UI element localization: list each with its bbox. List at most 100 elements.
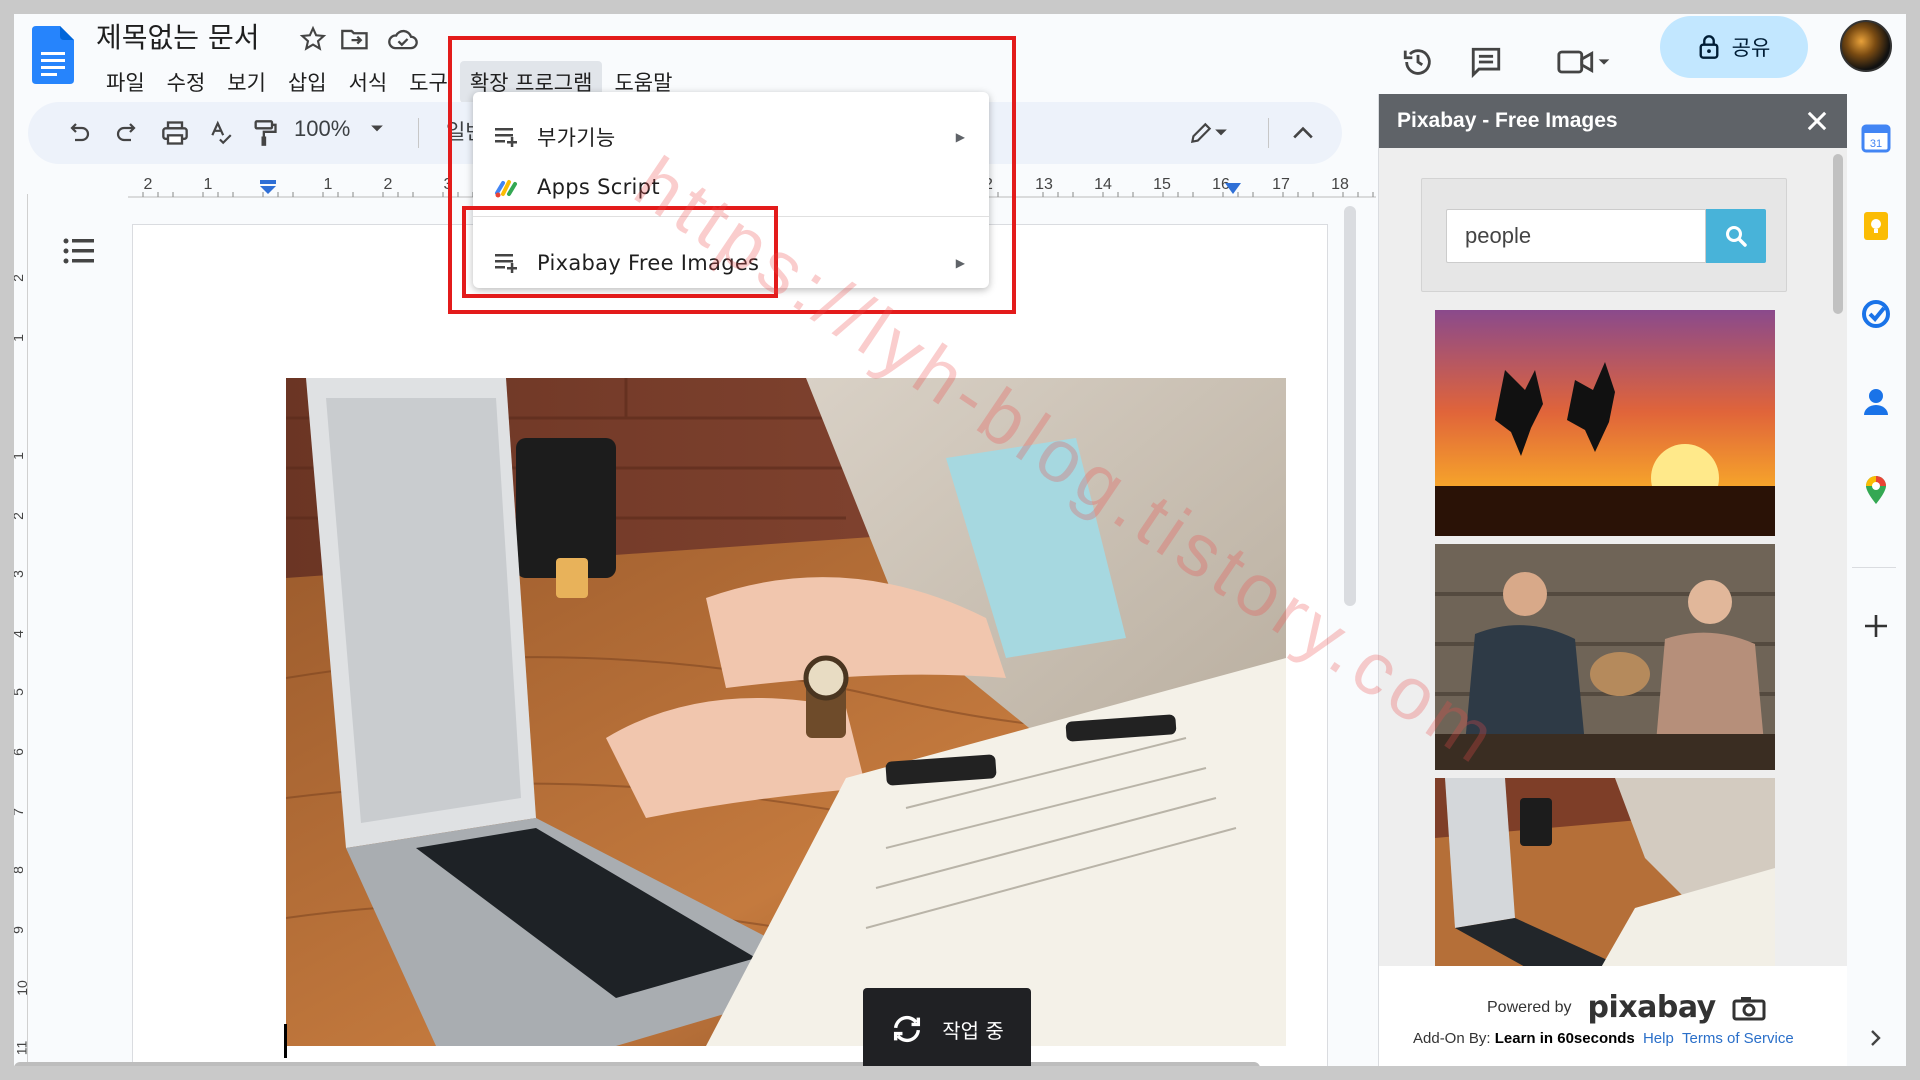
lock-icon <box>1699 35 1719 59</box>
contacts-icon[interactable] <box>1858 384 1894 420</box>
calendar-icon[interactable]: 31 <box>1858 120 1894 156</box>
toolbar-divider <box>418 118 419 148</box>
editing-mode-icon[interactable] <box>1178 114 1238 152</box>
collapse-menus-icon[interactable] <box>1284 114 1322 152</box>
chevron-down-icon <box>1215 129 1227 136</box>
menu-file[interactable]: 파일 <box>96 61 155 103</box>
sidebar-body[interactable] <box>1379 148 1847 966</box>
menu-item-add-ons[interactable]: 부가기능 ▶ <box>473 112 989 162</box>
ruler-mark: 2 <box>14 274 26 282</box>
addon-credits: Add-On By: Learn in 60seconds Help Terms… <box>1413 1030 1794 1047</box>
ruler-mark: 1 <box>323 176 333 193</box>
print-icon[interactable] <box>156 114 194 152</box>
learn-in-60-seconds-badge[interactable]: Learn in 60seconds <box>1495 1030 1635 1047</box>
svg-text:31: 31 <box>1870 138 1882 150</box>
chevron-down-icon <box>371 125 384 132</box>
pixabay-logo[interactable]: pixabay <box>1588 990 1717 1025</box>
right-indent-marker-icon[interactable] <box>1224 182 1242 196</box>
menu-view[interactable]: 보기 <box>217 61 276 103</box>
document-vertical-scrollbar[interactable] <box>1344 206 1356 606</box>
menu-edit[interactable]: 수정 <box>157 61 216 103</box>
ruler-mark: 1 <box>203 176 213 193</box>
image-search-input[interactable] <box>1446 209 1706 263</box>
search-area <box>1421 178 1787 292</box>
ruler-mark: 15 <box>1153 176 1171 193</box>
ruler-mark: 6 <box>14 748 26 756</box>
sync-icon <box>894 1015 921 1043</box>
toolbar-divider <box>1268 118 1269 148</box>
search-icon <box>1726 226 1747 247</box>
sidebar-header: Pixabay - Free Images <box>1379 94 1847 148</box>
toast-label: 작업 중 <box>942 1018 1004 1043</box>
spellcheck-icon[interactable] <box>202 114 240 152</box>
keep-icon[interactable] <box>1858 208 1894 244</box>
redo-icon[interactable] <box>108 114 146 152</box>
undo-icon[interactable] <box>60 114 98 152</box>
tasks-icon[interactable] <box>1858 296 1894 332</box>
ruler-mark: 11 <box>14 1040 30 1056</box>
cloud-saved-icon[interactable] <box>386 22 420 56</box>
powered-by: Powered by pixabay <box>1487 990 1770 1025</box>
zoom-select[interactable]: 100% <box>294 116 384 142</box>
sidebar-scrollbar[interactable] <box>1833 154 1843 314</box>
apps-script-icon <box>495 180 517 198</box>
powered-by-label: Powered by <box>1487 998 1572 1016</box>
pixabay-sidebar: Pixabay - Free Images people Powered by … <box>1378 94 1847 1066</box>
ruler-mark: 1 <box>14 334 26 342</box>
ruler-mark: 2 <box>383 176 393 193</box>
move-folder-icon[interactable] <box>338 22 372 56</box>
menu-item-pixabay[interactable]: Pixabay Free Images ▶ <box>473 238 989 288</box>
menu-item-label: 부가기능 <box>537 126 616 150</box>
comments-icon[interactable] <box>1464 40 1508 84</box>
add-ons-icon <box>495 128 517 147</box>
star-icon[interactable] <box>296 22 330 56</box>
share-label: 공유 <box>1731 36 1771 60</box>
menu-insert[interactable]: 삽입 <box>278 61 337 103</box>
paint-format-icon[interactable] <box>246 114 284 152</box>
add-ons-icon <box>495 254 517 273</box>
vertical-ruler[interactable]: 2 1 1 2 3 4 5 6 7 8 9 10 11 <box>14 194 30 1066</box>
maps-icon[interactable] <box>1858 472 1894 508</box>
image-result-friends-with-dog[interactable] <box>1435 544 1775 770</box>
menu-item-apps-script[interactable]: Apps Script <box>473 162 989 212</box>
terms-link[interactable]: Terms of Service <box>1682 1030 1794 1047</box>
meet-video-icon[interactable] <box>1544 40 1624 84</box>
ruler-mark: 18 <box>1331 176 1349 193</box>
chevron-right-icon[interactable] <box>1858 1020 1894 1056</box>
add-addon-icon[interactable] <box>1858 608 1894 644</box>
rail-divider <box>1852 567 1896 568</box>
app-window: 제목없는 문서 파일 수정 보기 삽입 서식 도구 확장 프로그램 도움말 공유 <box>14 14 1906 1066</box>
image-result-jumping-people[interactable] <box>1435 310 1775 536</box>
menu-divider <box>473 216 989 217</box>
document-horizontal-scrollbar[interactable] <box>14 1062 1260 1066</box>
ruler-mark: 9 <box>14 926 26 934</box>
chevron-down-icon <box>1598 59 1610 65</box>
search-button[interactable] <box>1706 209 1766 263</box>
inserted-laptop-photo[interactable] <box>286 378 1286 1046</box>
ruler-mark: 8 <box>14 866 26 874</box>
document-title[interactable]: 제목없는 문서 <box>96 16 259 56</box>
submenu-arrow-icon: ▶ <box>955 256 965 270</box>
working-toast: 작업 중 <box>863 988 1031 1066</box>
ruler-mark: 1 <box>14 452 26 460</box>
camera-icon <box>1732 996 1766 1020</box>
submenu-arrow-icon: ▶ <box>955 130 965 144</box>
ruler-mark: 14 <box>1094 176 1112 193</box>
ruler-mark: 3 <box>14 570 26 578</box>
menu-format[interactable]: 서식 <box>339 61 398 103</box>
ruler-mark: 4 <box>14 630 26 638</box>
ruler-mark: 17 <box>1272 176 1290 193</box>
image-result-laptop-work[interactable] <box>1435 778 1775 966</box>
account-avatar[interactable] <box>1840 20 1892 72</box>
help-link[interactable]: Help <box>1643 1030 1674 1047</box>
version-history-icon[interactable] <box>1396 40 1440 84</box>
menu-item-label: Apps Script <box>537 175 660 199</box>
menu-item-label: Pixabay Free Images <box>537 251 760 275</box>
document-outline-icon[interactable] <box>62 236 96 266</box>
menu-tools[interactable]: 도구 <box>399 61 458 103</box>
docs-logo-icon[interactable] <box>32 26 74 84</box>
close-icon[interactable] <box>1803 107 1831 135</box>
zoom-value: 100% <box>294 116 351 141</box>
share-button[interactable]: 공유 <box>1660 16 1808 78</box>
left-indent-marker-icon[interactable] <box>258 180 278 196</box>
